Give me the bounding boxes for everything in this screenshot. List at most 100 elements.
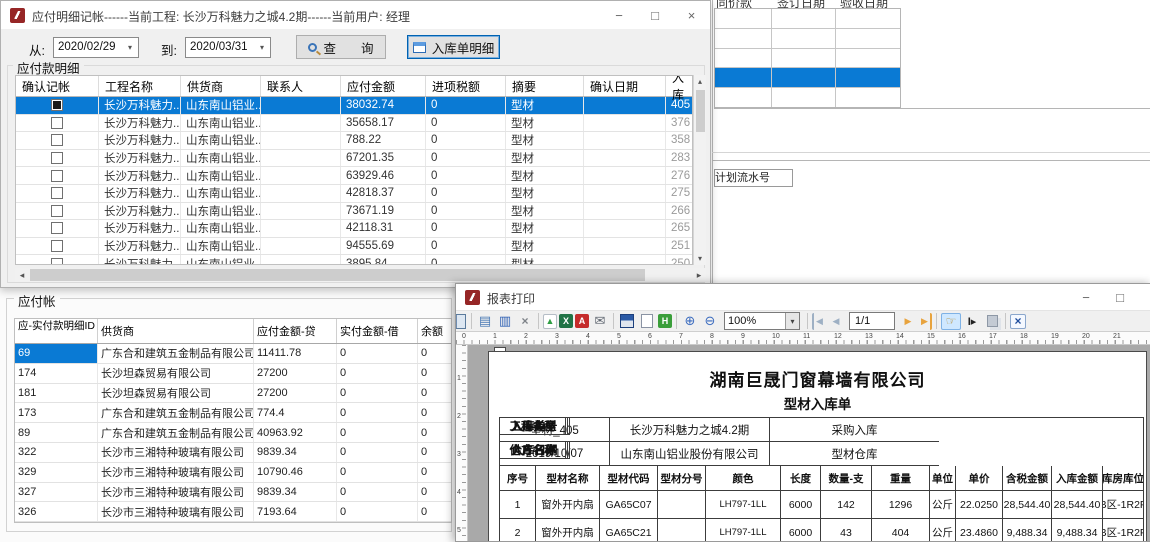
table-row[interactable]: 长沙万科魅力...山东南山铝业...35658.170型材376 [16, 115, 692, 133]
print-icon[interactable]: ▤ [476, 313, 494, 330]
bg-contract-grid[interactable] [714, 8, 901, 108]
inbound-detail-button[interactable]: 入库单明细 [407, 35, 500, 59]
table-row[interactable]: 长沙万科魅力...山东南山铝业...73671.190型材266 [16, 203, 692, 221]
next-page-icon[interactable]: ▶ [899, 313, 917, 330]
table-row[interactable]: 329长沙市三湘特种玻璃有限公司10790.4600 [15, 463, 451, 483]
table-row[interactable]: 327长沙市三湘特种玻璃有限公司9839.3400 [15, 483, 451, 503]
first-page-icon[interactable]: ◀ [812, 313, 825, 330]
checkbox-cell[interactable] [16, 185, 99, 202]
checkbox-cell[interactable] [16, 150, 99, 167]
pdf-icon[interactable]: A [575, 314, 589, 328]
table-row[interactable]: 69广东合和建筑五金制品有限公司11411.7800 [15, 344, 451, 364]
column-header[interactable]: 入库 [666, 76, 692, 96]
last-page-icon[interactable]: ▶ [919, 313, 932, 330]
column-header[interactable]: 应-实付款明细ID [15, 319, 98, 343]
close-button[interactable]: × [673, 1, 710, 29]
table-row[interactable]: 181长沙坦森贸易有限公司2720000 [15, 384, 451, 404]
scrollbar-thumb[interactable] [696, 90, 705, 132]
maximize-button[interactable]: □ [1102, 284, 1138, 310]
column-header[interactable]: 供货商 [181, 76, 261, 96]
table-row[interactable] [715, 29, 900, 49]
table-row[interactable]: 长沙万科魅力...山东南山铝业...67201.350型材283 [16, 150, 692, 168]
hand-tool-icon[interactable]: ☞ [941, 313, 961, 330]
checkbox-cell[interactable] [16, 255, 99, 265]
payables-table[interactable]: 应-实付款明细ID供货商应付金额-贷实付金额-借余额 69广东合和建筑五金制品有… [14, 318, 452, 523]
column-header[interactable]: 工程名称 [99, 76, 181, 96]
panel-icon[interactable] [456, 313, 467, 330]
checkbox-cell[interactable] [16, 220, 99, 237]
zoom-in-icon[interactable]: ⊕ [681, 313, 699, 330]
confirm-checkbox[interactable] [51, 187, 63, 199]
table-row[interactable]: 322长沙市三湘特种玻璃有限公司9839.3400 [15, 443, 451, 463]
table-row[interactable]: 长沙市三湘特种玻璃有限公司 [15, 522, 451, 523]
table-row[interactable]: 326长沙市三湘特种玻璃有限公司7193.6400 [15, 502, 451, 522]
confirm-checkbox[interactable] [51, 222, 63, 234]
payable-detail-header[interactable]: 确认记帐工程名称供货商联系人应付金额进项税额摘要确认日期入库 [16, 76, 692, 97]
confirm-checkbox[interactable] [51, 134, 63, 146]
column-header[interactable]: 供货商 [98, 319, 254, 343]
excel-icon[interactable]: X [559, 314, 573, 328]
confirm-checkbox[interactable] [51, 258, 63, 265]
table-row[interactable]: 长沙万科魅力...山东南山铝业...42118.310型材265 [16, 220, 692, 238]
table-row[interactable] [715, 9, 900, 29]
horizontal-scrollbar[interactable]: ◂ ▸ [15, 268, 706, 282]
column-header[interactable]: 摘要 [506, 76, 584, 96]
maximize-button[interactable]: □ [637, 1, 673, 29]
scroll-down-icon[interactable]: ▾ [694, 252, 706, 265]
column-header[interactable]: 进项税额 [426, 76, 506, 96]
minimize-button[interactable]: − [1068, 284, 1104, 310]
titlebar[interactable]: 报表打印 − □ × [456, 284, 1150, 310]
confirm-checkbox[interactable] [51, 117, 63, 129]
html-icon[interactable]: H [658, 314, 672, 328]
checkbox-cell[interactable] [16, 238, 99, 255]
book-icon[interactable]: ▥ [496, 313, 514, 330]
close-button[interactable]: × [1136, 284, 1150, 310]
report-preview-area[interactable]: 湖南巨晟门窗幕墙有限公司 型材入库单 入库单号型材_405工程名称长沙万科魅力之… [468, 345, 1150, 542]
confirm-checkbox[interactable] [51, 152, 63, 164]
table-row[interactable]: 长沙万科魅力...山东南山铝业...63929.460型材276 [16, 167, 692, 185]
checkbox-cell[interactable] [16, 115, 99, 132]
query-button[interactable]: 查 询 [296, 35, 386, 59]
minimize-button[interactable]: − [601, 1, 637, 29]
chevron-down-icon[interactable]: ▾ [122, 38, 138, 57]
chevron-down-icon[interactable]: ▾ [785, 313, 799, 329]
export-icon[interactable]: ▲ [543, 314, 557, 329]
table-row[interactable]: 长沙万科魅力...山东南山铝业...788.220型材358 [16, 132, 692, 150]
table-row[interactable]: 长沙万科魅力...山东南山铝业...94555.690型材251 [16, 238, 692, 256]
scroll-right-icon[interactable]: ▸ [692, 268, 706, 282]
checkbox-cell[interactable] [16, 167, 99, 184]
confirm-checkbox[interactable] [51, 205, 63, 217]
table-row[interactable]: 174长沙坦森贸易有限公司2720000 [15, 364, 451, 384]
titlebar[interactable]: 应付明细记帐------当前工程: 长沙万科魅力之城4.2期------当前用户… [1, 1, 710, 29]
confirm-checkbox[interactable] [51, 99, 63, 111]
page-icon[interactable] [638, 313, 656, 330]
save-icon[interactable] [618, 313, 636, 330]
scrollbar-thumb[interactable] [30, 269, 645, 281]
mail-icon[interactable]: ✉ [591, 313, 609, 330]
payables-table-header[interactable]: 应-实付款明细ID供货商应付金额-贷实付金额-借余额 [15, 319, 451, 344]
zoom-level-combo[interactable]: 100%▾ [724, 312, 800, 330]
checkbox-cell[interactable] [16, 97, 99, 114]
payable-detail-table[interactable]: 确认记帐工程名称供货商联系人应付金额进项税额摘要确认日期入库 长沙万科魅力...… [15, 75, 693, 265]
copy-pages-icon[interactable] [983, 313, 1001, 330]
page-number-box[interactable]: 1/1 [849, 312, 895, 330]
vertical-scrollbar[interactable]: ▴ ▾ [693, 75, 706, 265]
scroll-left-icon[interactable]: ◂ [15, 268, 29, 282]
confirm-checkbox[interactable] [51, 170, 63, 182]
table-row[interactable]: 173广东合和建筑五金制品有限公司774.400 [15, 403, 451, 423]
column-header[interactable]: 确认日期 [584, 76, 666, 96]
column-header[interactable]: 确认记帐 [16, 76, 99, 96]
tools-icon[interactable]: × [516, 313, 534, 330]
column-header[interactable]: 联系人 [261, 76, 341, 96]
table-row[interactable]: 长沙万科魅力...山东南山铝业...42818.370型材275 [16, 185, 692, 203]
column-header[interactable]: 实付金额-借 [337, 319, 418, 343]
table-row[interactable]: 长沙万科魅力...山东南山铝业...38032.740型材405 [16, 97, 692, 115]
table-row[interactable]: 89广东合和建筑五金制品有限公司40963.9200 [15, 423, 451, 443]
scroll-up-icon[interactable]: ▴ [694, 75, 706, 88]
zoom-out-icon[interactable]: ⊖ [701, 313, 719, 330]
table-row[interactable] [715, 88, 900, 108]
checkbox-cell[interactable] [16, 132, 99, 149]
checkbox-cell[interactable] [16, 203, 99, 220]
text-select-icon[interactable]: I▸ [963, 313, 981, 330]
to-date-combo[interactable]: 2020/03/31 ▾ [185, 37, 271, 58]
